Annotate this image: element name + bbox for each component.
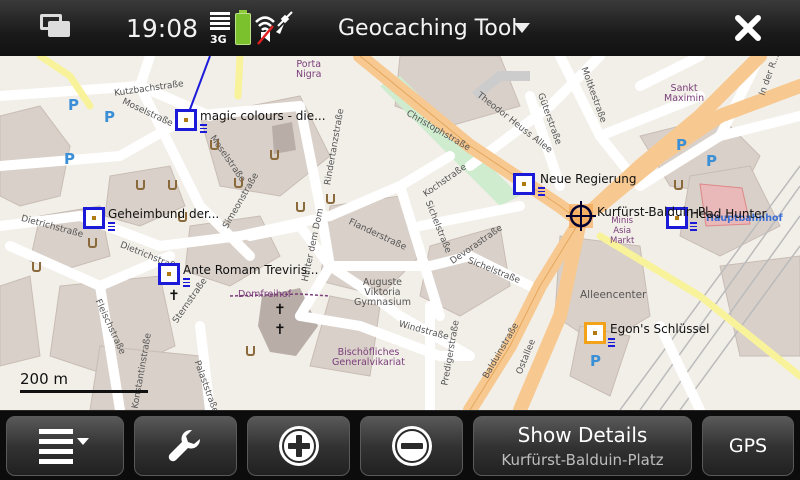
geocache-marker[interactable] xyxy=(584,322,606,344)
cafe-icon xyxy=(326,194,335,204)
zoom-out-icon xyxy=(391,426,432,466)
parking-icon: P xyxy=(104,108,115,126)
gps-label: GPS xyxy=(728,435,768,457)
place-label: Bischöfliches Generalvikariat xyxy=(332,347,405,368)
scale-bar: 200 m xyxy=(20,370,148,393)
geocache-label[interactable]: magic colours - die... xyxy=(200,109,326,123)
cafe-icon xyxy=(168,180,177,190)
task-switcher-icon[interactable] xyxy=(34,0,76,56)
network-type: 3G xyxy=(210,33,227,46)
cafe-icon xyxy=(210,140,219,150)
place-label: Porta Nigra xyxy=(296,59,322,80)
cache-log-icon xyxy=(538,187,545,196)
cafe-icon xyxy=(88,238,97,248)
parking-icon: P xyxy=(590,352,601,370)
gps-button[interactable]: GPS xyxy=(702,416,794,476)
geocache-label[interactable]: Egon's Schlüssel xyxy=(610,322,710,336)
scale-label: 200 m xyxy=(20,370,69,388)
place-label: Alleencenter xyxy=(580,289,647,301)
show-details-label: Show Details xyxy=(517,423,648,447)
signal-strength-icon: 3G xyxy=(210,0,232,56)
parking-icon: P xyxy=(64,150,75,168)
geocache-marker[interactable] xyxy=(83,207,105,229)
current-position-label: Kurfürst-Balduin-Pl... xyxy=(597,205,720,219)
satellite-icon xyxy=(274,0,294,56)
cache-log-icon xyxy=(608,338,615,347)
cafe-icon xyxy=(32,262,41,272)
status-bar: 19:08 3G Geocaching Tool xyxy=(0,0,800,56)
parking-icon: P xyxy=(68,96,79,114)
cafe-icon xyxy=(246,346,255,356)
geocache-marker[interactable] xyxy=(158,263,180,285)
cache-log-icon xyxy=(108,222,115,231)
battery-icon xyxy=(234,0,252,56)
geocache-marker[interactable] xyxy=(175,109,197,131)
current-position-crosshair-icon xyxy=(566,201,596,231)
chevron-down-icon[interactable] xyxy=(514,0,530,56)
app-title[interactable]: Geocaching Tool xyxy=(338,0,517,56)
zoom-out-button[interactable] xyxy=(360,416,463,476)
cafe-icon xyxy=(270,150,279,160)
show-details-button[interactable]: Show Details Kurfürst-Balduin-Platz xyxy=(473,416,692,476)
map-view[interactable]: Kutzbachstraße Moselstraße Moselstraße S… xyxy=(0,56,800,410)
cache-log-icon xyxy=(183,278,190,287)
wrench-icon xyxy=(168,429,200,462)
geocache-marker[interactable] xyxy=(513,173,535,195)
bottom-toolbar: Show Details Kurfürst-Balduin-Platz GPS xyxy=(0,410,800,480)
church-icon: ✝ xyxy=(274,322,286,338)
place-label: Minis Asia Markt xyxy=(610,216,635,246)
cafe-icon xyxy=(136,180,145,190)
place-label: Auguste Viktoria Gymnasium xyxy=(354,277,411,308)
cache-log-icon xyxy=(690,222,697,231)
cafe-icon xyxy=(296,202,305,212)
parking-icon: P xyxy=(706,152,717,170)
geocache-label[interactable]: Ante Romam Treviris... xyxy=(183,263,318,277)
place-label: Sankt Maximin xyxy=(664,83,705,104)
zoom-in-icon xyxy=(278,426,319,466)
selected-location-label: Kurfürst-Balduin-Platz xyxy=(501,451,664,469)
settings-button[interactable] xyxy=(134,416,237,476)
geocache-label[interactable]: Neue Regierung xyxy=(540,172,636,186)
close-icon[interactable] xyxy=(728,0,768,56)
menu-button[interactable] xyxy=(6,416,124,476)
cafe-icon xyxy=(674,180,683,190)
clock: 19:08 xyxy=(126,13,199,43)
geocache-label[interactable]: Geheimbund der... xyxy=(108,207,219,221)
church-icon: ✝ xyxy=(168,288,180,304)
menu-list-icon xyxy=(39,429,89,464)
cafe-icon xyxy=(234,178,243,188)
place-label: Domfreihof xyxy=(238,289,292,300)
mute-icon xyxy=(255,0,275,56)
zoom-in-button[interactable] xyxy=(247,416,350,476)
parking-icon: P xyxy=(676,136,687,154)
church-icon: ✝ xyxy=(274,302,286,318)
cache-log-icon xyxy=(200,124,207,133)
